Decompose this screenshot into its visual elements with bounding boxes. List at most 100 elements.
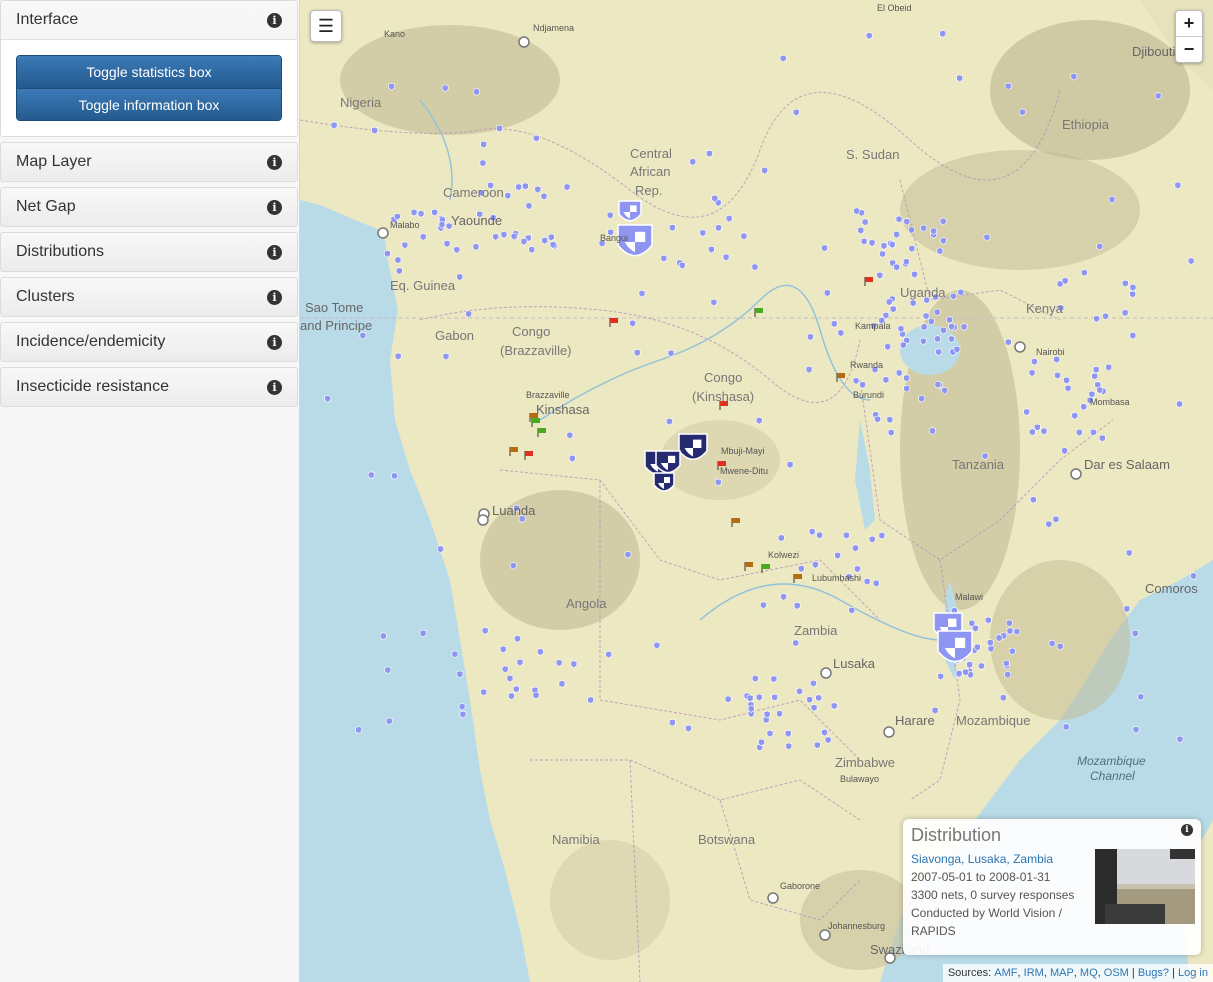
sidebar: Interface i Toggle statistics box Toggle… [0,0,300,982]
panel-header-net-gap[interactable]: Net Gap i [1,188,297,226]
info-icon[interactable]: i [267,154,282,170]
distribution-pin [451,650,459,659]
distribution-pin [1056,642,1064,651]
info-icon[interactable]: i [1181,824,1193,836]
distribution-pin [1062,723,1070,731]
map-label-tanzania: Tanzania [952,457,1005,472]
distribution-pin [792,639,799,648]
distribution-pin [570,660,578,669]
toggle-information-box-button[interactable]: Toggle information box [17,88,281,120]
panel-title: Map Layer [16,153,92,170]
distribution-pin [902,258,910,266]
map-label-congo-kin-1: Congo [704,370,743,385]
distribution-location-link[interactable]: Siavonga, Lusaka, Zambia [911,852,1053,866]
distribution-info-box: Distribution i Siavonga, Lusaka, Zambia … [903,819,1201,955]
distribution-pin [1030,496,1037,504]
capital-city-icon [767,892,779,904]
source-link-map[interactable]: MAP [1050,967,1074,979]
toggle-button-group: Toggle statistics box Toggle information… [16,55,282,121]
distribution-pin [1054,371,1061,380]
distribution-pin [793,602,801,610]
distribution-pin [666,417,673,426]
info-icon[interactable]: i [267,289,282,305]
distribution-pin [1176,400,1183,409]
map-label-nigeria: Nigeria [340,95,382,110]
distribution-pin [1006,619,1013,628]
map-label-s-sudan: S. Sudan [846,147,900,162]
distribution-pin [786,461,794,469]
distribution-pin [863,577,871,586]
distribution-pin [763,710,771,719]
distribution-pin [699,229,707,237]
distribution-pin [937,672,945,681]
distribution-pin [939,217,947,226]
distribution-pin [549,241,557,249]
panel-header-interface[interactable]: Interface i [1,1,297,39]
distribution-pin [708,245,715,254]
distribution-pin [417,210,425,218]
map-label-lusaka: Lusaka [833,656,875,671]
map-label-bangui: Bangui [600,233,629,243]
distribution-pin [367,471,375,480]
distribution-pin [843,531,850,540]
distribution-pin [887,428,895,437]
distribution-pin [761,166,768,175]
panel-header-map-layer[interactable]: Map Layer i [1,143,297,181]
distribution-pin [929,427,936,435]
distribution-pin [629,319,636,328]
panel-title: Insecticide resistance [16,378,169,395]
source-link-irm[interactable]: IRM [1024,967,1044,979]
panel-header-distributions[interactable]: Distributions i [1,233,297,271]
cluster-shield-icon [618,200,642,222]
info-icon[interactable]: i [267,12,282,28]
distribution-pin [968,619,976,628]
distribution-pin [410,208,418,217]
distribution-pin [566,431,574,440]
source-link-amf[interactable]: AMF [994,967,1017,979]
map-label-kinshasa: Kinshasa [536,402,590,417]
info-icon[interactable]: i [267,379,282,395]
panel-header-incidence-endemicity[interactable]: Incidence/endemicity i [1,323,297,361]
distribution-pin [960,323,968,331]
distribution-pin [920,337,927,346]
distribution-pin [1004,671,1011,679]
distribution-pin [516,658,524,667]
source-link-osm[interactable]: OSM [1104,967,1129,979]
map-label-yaounde: Yaounde [451,213,503,228]
source-link-mq[interactable]: MQ [1080,967,1098,979]
map[interactable]: Nigeria Cameroon Central African Rep. S. Suda… [300,0,1213,982]
info-box-title: Distribution [911,825,1002,845]
info-icon[interactable]: i [267,334,282,350]
info-icon[interactable]: i [267,199,282,215]
bugs-link[interactable]: Bugs? [1138,967,1169,979]
cluster-shield-icon [937,630,973,663]
distribution-pin [678,261,686,270]
panel-header-clusters[interactable]: Clusters i [1,278,297,316]
distribution-pin [359,331,367,340]
distribution-conducted-by: Conducted by World Vision / [911,906,1062,920]
distribution-pin [419,629,427,638]
cluster-shield-icon [655,450,681,474]
zoom-in-button[interactable]: + [1176,11,1202,36]
distribution-pin [1105,363,1113,372]
hamburger-icon[interactable]: ☰ [310,10,342,42]
distribution-pin [777,534,785,542]
distribution-pin [893,230,900,239]
zoom-out-button[interactable]: − [1176,36,1202,62]
map-label-rwanda: Rwanda [850,360,884,370]
log-in-link[interactable]: Log in [1178,967,1208,979]
distribution-pin [1040,427,1048,436]
distribution-pin [808,528,816,536]
distribution-pin [740,232,748,241]
distribution-pin [865,32,873,40]
distribution-pin [859,381,866,389]
panel-header-insecticide-resistance[interactable]: Insecticide resistance i [1,368,297,406]
map-label-gaborone: Gaborone [780,881,821,891]
distribution-pin [606,211,614,220]
info-icon[interactable]: i [267,244,282,260]
toggle-statistics-box-button[interactable]: Toggle statistics box [17,56,281,88]
distribution-conducted-by-org: RAPIDS [911,924,956,938]
distribution-pin [1102,312,1109,321]
map-label-ndjamena: Ndjamena [533,23,575,33]
distribution-pin [479,159,487,168]
